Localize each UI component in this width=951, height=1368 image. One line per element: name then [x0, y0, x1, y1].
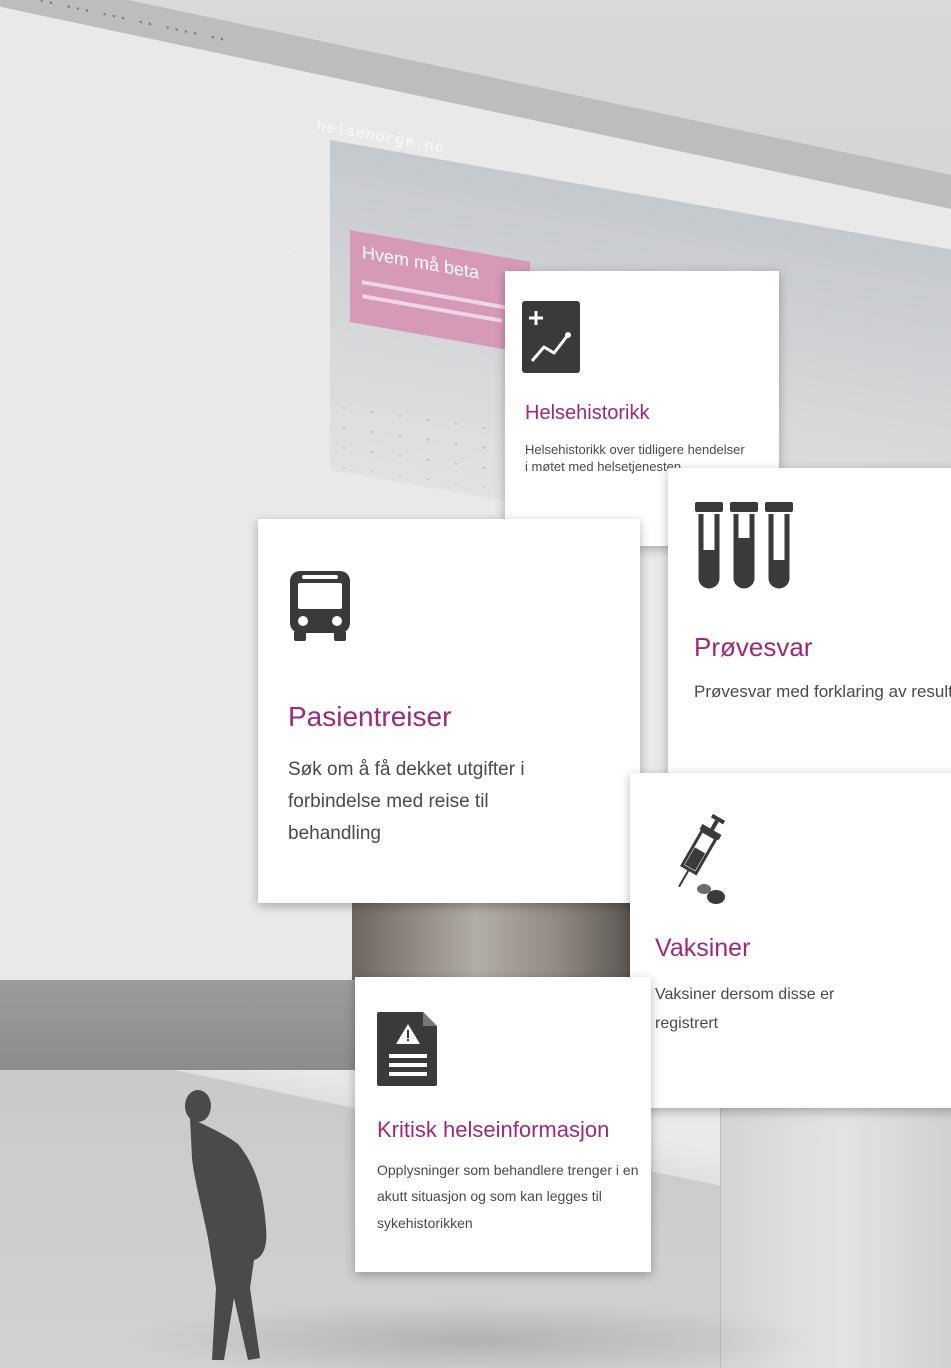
- card-pasientreiser[interactable]: Pasientreiser Søk om å få dekket utgifte…: [258, 519, 640, 903]
- test-tubes-icon: [695, 502, 795, 594]
- card-description: Prøvesvar med forklaring av resultatet: [694, 682, 951, 701]
- card-kritisk-helseinformasjon[interactable]: Kritisk helseinformasjon Opplysninger so…: [355, 977, 651, 1272]
- person-silhouette: [172, 1088, 282, 1368]
- card-description: Vaksiner dersom disse er registrert: [655, 986, 835, 1033]
- card-provesvar[interactable]: Prøvesvar Prøvesvar med forklaring av re…: [668, 468, 951, 778]
- card-description: Opplysninger som behandlere trenger i en…: [377, 1162, 639, 1231]
- bus-icon: [288, 567, 352, 641]
- card-title: Pasientreiser: [288, 701, 452, 732]
- hero-text-line: [362, 294, 502, 323]
- syringe-icon: [660, 811, 730, 907]
- card-title: Helsehistorikk: [525, 402, 650, 424]
- carousel-prev-icon: ‹: [288, 240, 295, 262]
- card-title: Vaksiner: [655, 934, 751, 962]
- warning-document-icon: [375, 1010, 441, 1088]
- card-title: Kritisk helseinformasjon: [377, 1117, 610, 1142]
- scene: ▪▪▪ ▪▪ ▪▪▪ ▪▪▪ ▪▪ ▪▪▪▪ ▪▪ helsenorge.no …: [0, 0, 951, 1368]
- background-photo: [352, 903, 632, 983]
- line-chart-plus-icon: [522, 301, 580, 373]
- hero-text-line: [362, 280, 512, 311]
- card-vaksiner[interactable]: Vaksiner Vaksiner dersom disse er regist…: [630, 773, 951, 1108]
- card-title: Prøvesvar: [694, 632, 813, 662]
- card-description: Søk om å få dekket utgifter i forbindels…: [288, 759, 525, 844]
